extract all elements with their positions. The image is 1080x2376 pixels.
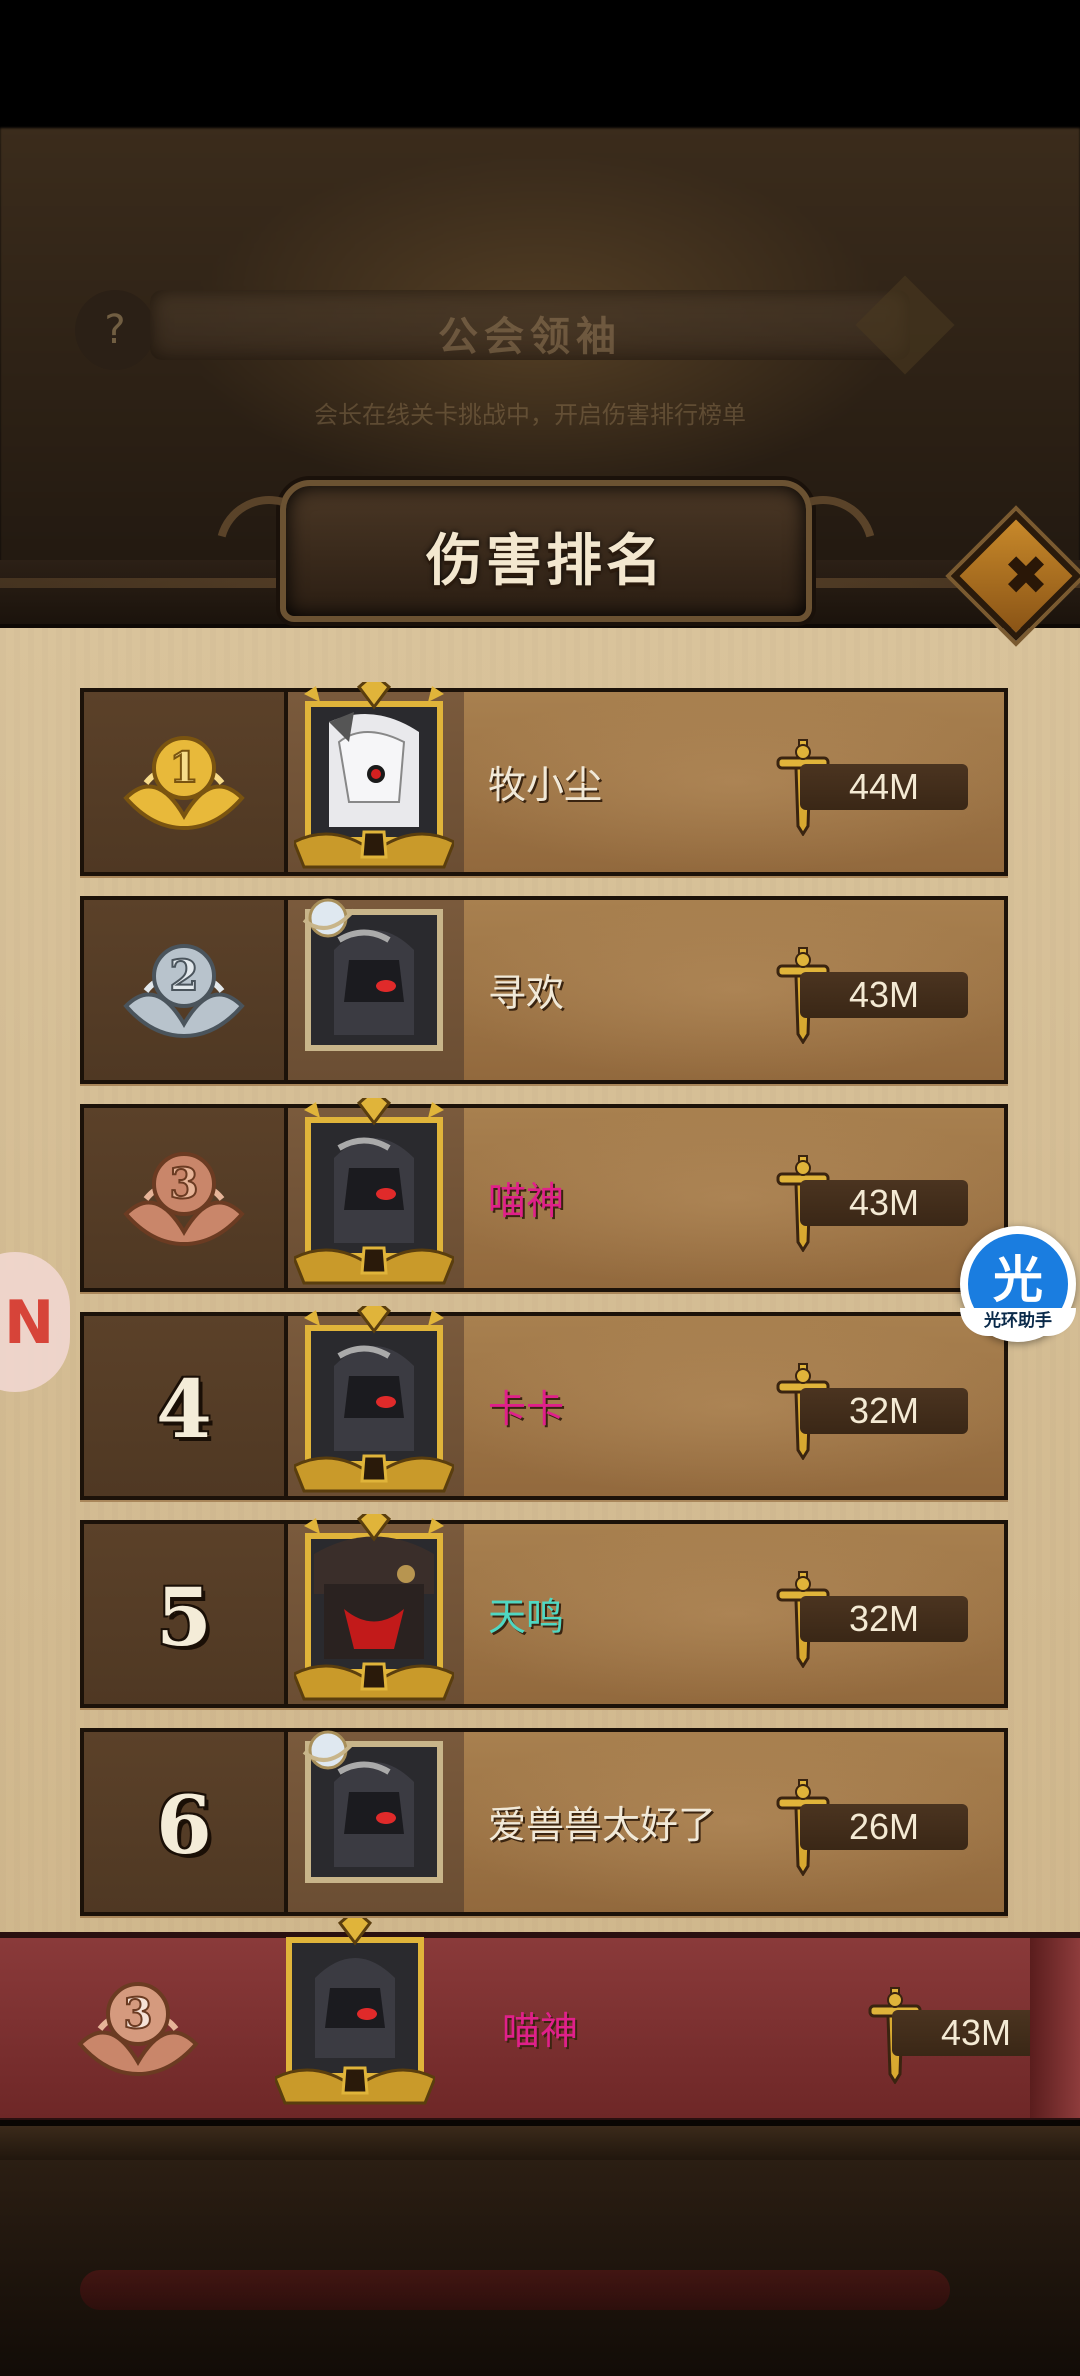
ranking-row[interactable]: 1 牧小尘 44M xyxy=(80,682,1008,876)
damage-value: 43M xyxy=(800,1180,968,1226)
my-avatar[interactable] xyxy=(275,1918,435,2108)
my-player-name: 喵神 xyxy=(502,2009,579,2053)
my-rank-row: 3 喵神 43M xyxy=(0,1918,1080,2124)
player-avatar[interactable] xyxy=(294,1722,454,1912)
damage-value: 44M xyxy=(800,764,968,810)
my-rank-row-edge xyxy=(1030,1938,1080,2118)
side-floating-icon: N xyxy=(4,1288,55,1358)
ranking-row[interactable]: 4 卡卡 32M xyxy=(80,1306,1008,1500)
halo-assistant-button[interactable]: 光 光环助手 xyxy=(960,1226,1076,1342)
ranking-row[interactable]: 5 天鸣 32M xyxy=(80,1514,1008,1708)
page-title: 伤害排名 xyxy=(426,529,666,594)
help-icon: ? xyxy=(75,290,155,370)
close-icon[interactable]: ✖ xyxy=(986,536,1066,616)
player-avatar[interactable] xyxy=(294,1514,454,1704)
player-name: 卡卡 xyxy=(488,1387,565,1431)
bronze-medal-icon: 3 xyxy=(77,1982,199,2077)
background-title-bar: 公会领袖 xyxy=(150,290,910,360)
rank-cell: 2 xyxy=(84,900,288,1080)
player-avatar[interactable] xyxy=(294,890,454,1080)
rank-number: 4 xyxy=(156,1362,212,1456)
rank-cell: 5 xyxy=(84,1524,288,1704)
rank-cell: 6 xyxy=(84,1732,288,1912)
bronze-medal-icon: 3 xyxy=(123,1152,245,1247)
halo-assistant-label: 光环助手 xyxy=(960,1308,1076,1336)
player-avatar[interactable] xyxy=(294,1098,454,1288)
ranking-row[interactable]: 6 爱兽兽太好了 26M xyxy=(80,1728,1008,1916)
player-name: 寻欢 xyxy=(488,971,565,1015)
bottom-blurred-bar xyxy=(80,2270,950,2310)
bottom-blurred-area xyxy=(0,2160,1080,2376)
title-plaque: 伤害排名 xyxy=(280,480,812,622)
damage-value: 32M xyxy=(800,1596,968,1642)
ranking-row[interactable]: 3 喵神 43M xyxy=(80,1098,1008,1292)
player-avatar[interactable] xyxy=(294,682,454,872)
background-title: 公会领袖 xyxy=(438,314,622,360)
damage-value: 32M xyxy=(800,1388,968,1434)
status-bar-area xyxy=(0,0,1080,128)
rank-cell: 3 xyxy=(84,1108,288,1288)
rank-cell: 1 xyxy=(84,692,288,872)
rank-number: 2 xyxy=(169,951,198,1000)
player-name: 喵神 xyxy=(488,1179,565,1223)
player-avatar[interactable] xyxy=(294,1306,454,1496)
player-name: 天鸣 xyxy=(488,1595,565,1639)
player-name: 牧小尘 xyxy=(488,763,603,807)
rank-number: 1 xyxy=(169,743,198,792)
damage-value: 26M xyxy=(800,1804,968,1850)
silver-medal-icon: 2 xyxy=(123,944,245,1039)
rank-number: 5 xyxy=(156,1570,212,1664)
player-name: 爱兽兽太好了 xyxy=(488,1803,717,1847)
ranking-row[interactable]: 2 寻欢 43M xyxy=(80,896,1008,1084)
rank-number: 3 xyxy=(169,1159,198,1208)
damage-value: 43M xyxy=(800,972,968,1018)
gold-medal-icon: 1 xyxy=(123,736,245,831)
rank-cell: 4 xyxy=(84,1316,288,1496)
halo-assistant-glyph: 光 xyxy=(993,1251,1043,1309)
rank-number: 6 xyxy=(156,1778,212,1872)
background-subtitle: 会长在线关卡挑战中，开启伤害排行榜单 xyxy=(314,401,746,429)
my-rank-number: 3 xyxy=(123,1989,152,2038)
